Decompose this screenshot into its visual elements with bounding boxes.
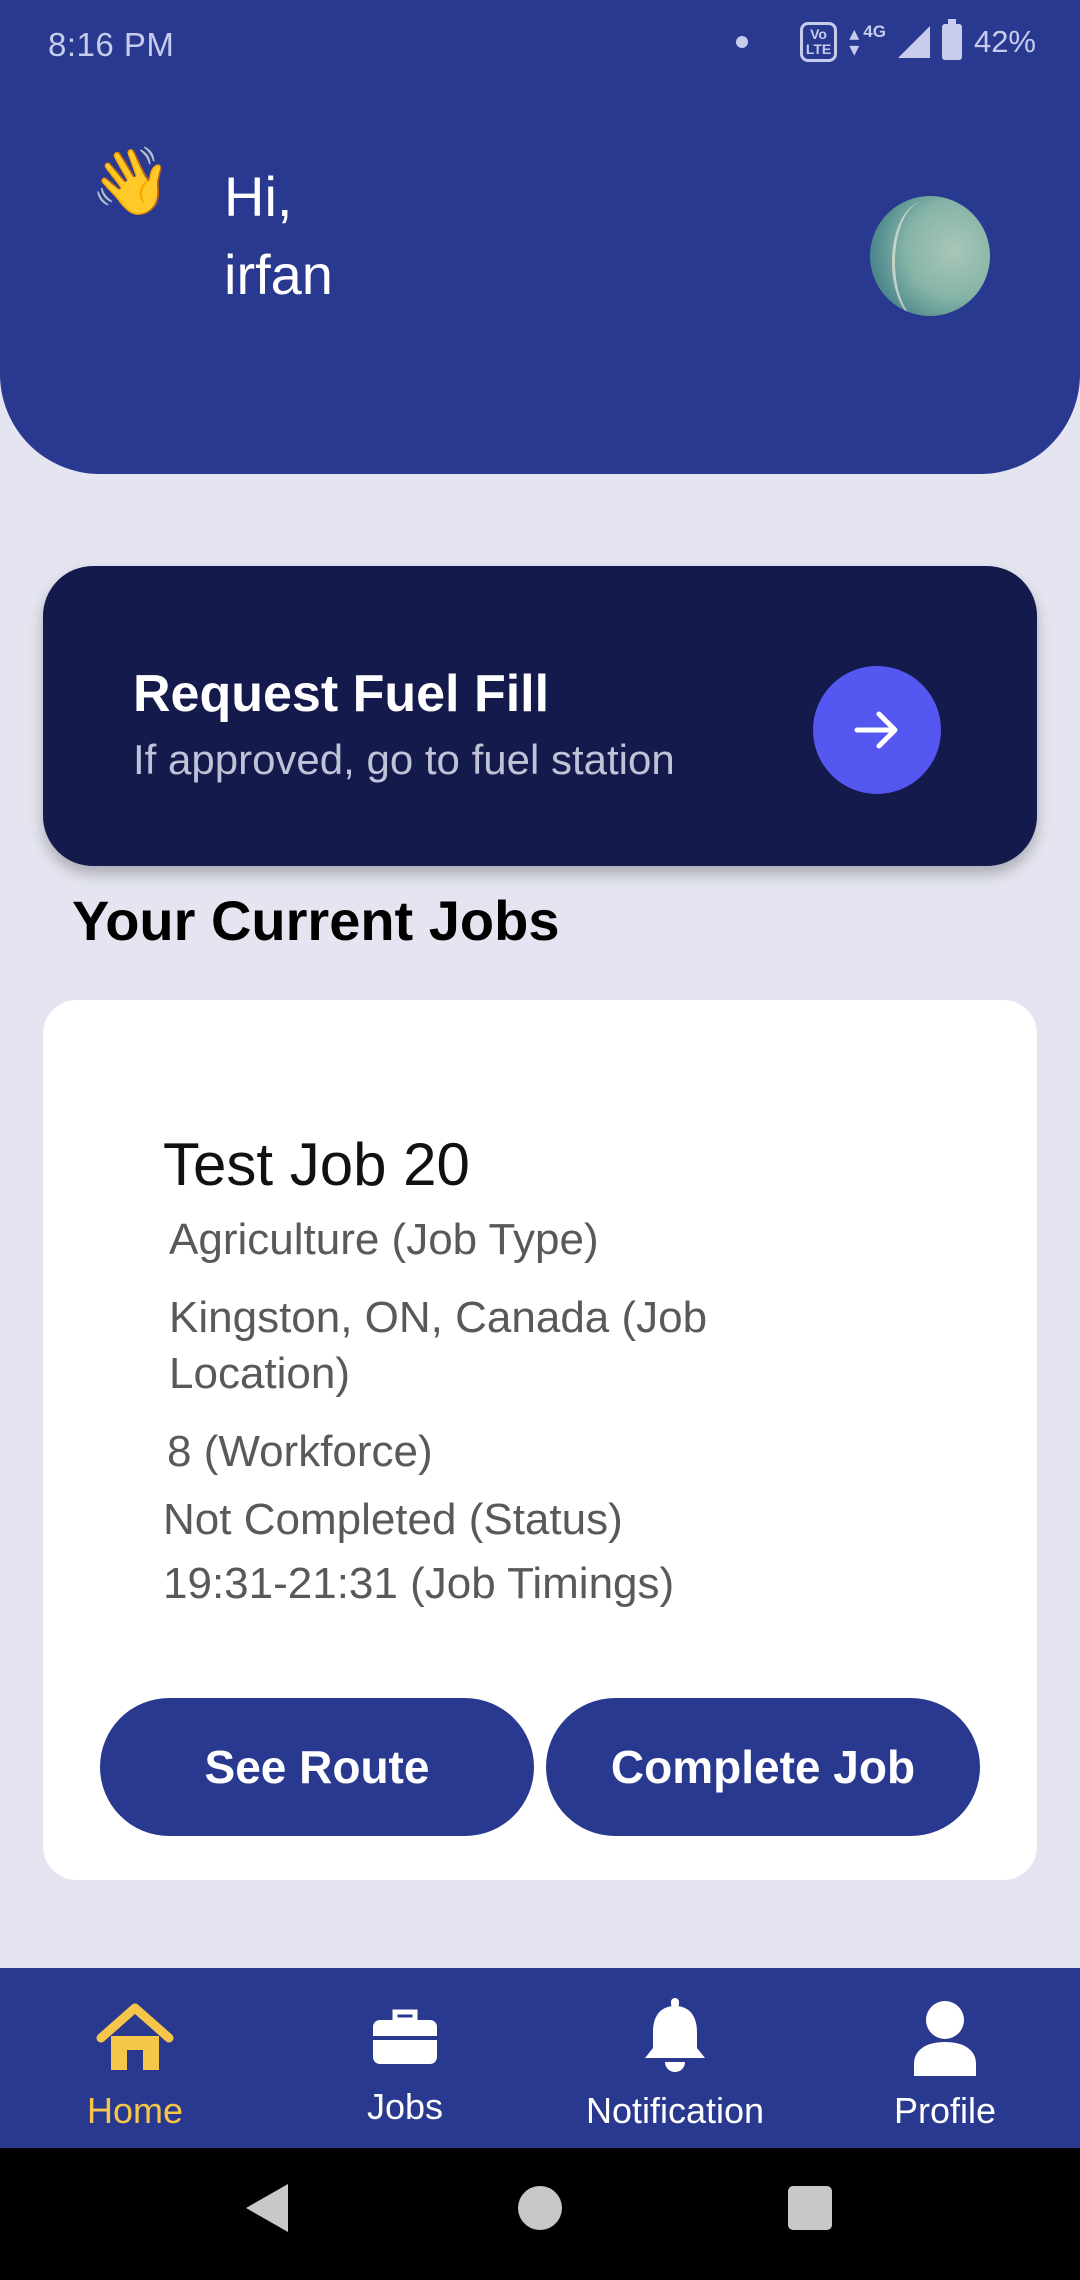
nav-label-jobs: Jobs bbox=[366, 2086, 444, 2127]
status-icons: Vo LTE ▴ ▾ 4G 42% bbox=[735, 19, 1036, 62]
recents-icon[interactable] bbox=[786, 2180, 834, 2236]
home-circle-icon[interactable] bbox=[516, 2180, 564, 2236]
battery-percent: 42% bbox=[973, 24, 1036, 59]
see-route-button[interactable]: See Route bbox=[100, 1698, 534, 1836]
job-location: Kingston, ON, Canada (Job Location) bbox=[169, 1293, 708, 1398]
job-title: Test Job 20 bbox=[163, 1131, 470, 1198]
fuel-card-subtitle: If approved, go to fuel station bbox=[133, 736, 675, 783]
nav-label-home: Home bbox=[86, 2090, 184, 2131]
job-timings: 19:31-21:31 (Job Timings) bbox=[163, 1559, 675, 1608]
request-fuel-card[interactable]: Request Fuel Fill If approved, go to fue… bbox=[43, 566, 1037, 866]
section-title: Your Current Jobs bbox=[72, 889, 560, 952]
signal-icon bbox=[897, 26, 930, 58]
nav-item-profile[interactable]: Profile bbox=[870, 1968, 1020, 2148]
app-screen: 8:16 PM Vo LTE ▴ ▾ 4G 42% 👋 Hi, irfan Requ… bbox=[0, 0, 1080, 2280]
volte-icon: Vo LTE bbox=[799, 22, 838, 62]
username: irfan bbox=[224, 243, 333, 306]
status-time: 8:16 PM bbox=[48, 26, 175, 63]
job-status: Not Completed (Status) bbox=[163, 1495, 623, 1544]
nav-label-profile: Profile bbox=[893, 2090, 997, 2131]
system-nav-bar bbox=[0, 2148, 1080, 2280]
nav-item-notification[interactable]: Notification bbox=[560, 1968, 790, 2148]
data-arrows-icon: ▴ ▾ bbox=[849, 23, 860, 61]
greeting-hi: Hi, bbox=[224, 165, 293, 228]
nav-label-notification: Notification bbox=[585, 2090, 765, 2131]
network-type: 4G bbox=[863, 22, 886, 41]
fuel-card-title: Request Fuel Fill bbox=[133, 665, 550, 723]
job-workforce: 8 (Workforce) bbox=[167, 1427, 433, 1476]
fuel-request-button[interactable] bbox=[813, 666, 941, 794]
avatar[interactable] bbox=[870, 196, 990, 316]
briefcase-icon bbox=[373, 2009, 437, 2064]
status-bar: 8:16 PM Vo LTE ▴ ▾ 4G 42% bbox=[0, 0, 1080, 90]
bell-icon bbox=[645, 1998, 705, 2072]
complete-job-button[interactable]: Complete Job bbox=[546, 1698, 980, 1836]
home-icon bbox=[96, 2003, 174, 2070]
person-icon bbox=[914, 2001, 976, 2076]
nav-item-jobs[interactable]: Jobs bbox=[330, 1968, 480, 2148]
wave-emoji-icon: 👋 bbox=[90, 144, 173, 218]
arrow-right-icon bbox=[854, 711, 898, 749]
job-type: Agriculture (Job Type) bbox=[169, 1215, 599, 1264]
back-icon[interactable] bbox=[242, 2180, 292, 2236]
bottom-nav: Home Jobs Notification Profile bbox=[0, 1968, 1080, 2148]
battery-icon bbox=[941, 19, 962, 60]
nav-item-home[interactable]: Home bbox=[60, 1968, 210, 2148]
header: 8:16 PM Vo LTE ▴ ▾ 4G 42% 👋 Hi, irfan bbox=[0, 0, 1080, 474]
notification-dot-icon bbox=[735, 36, 748, 48]
job-card: Test Job 20 Agriculture (Job Type) Kings… bbox=[43, 1000, 1037, 1880]
greeting: Hi, irfan bbox=[224, 158, 333, 314]
